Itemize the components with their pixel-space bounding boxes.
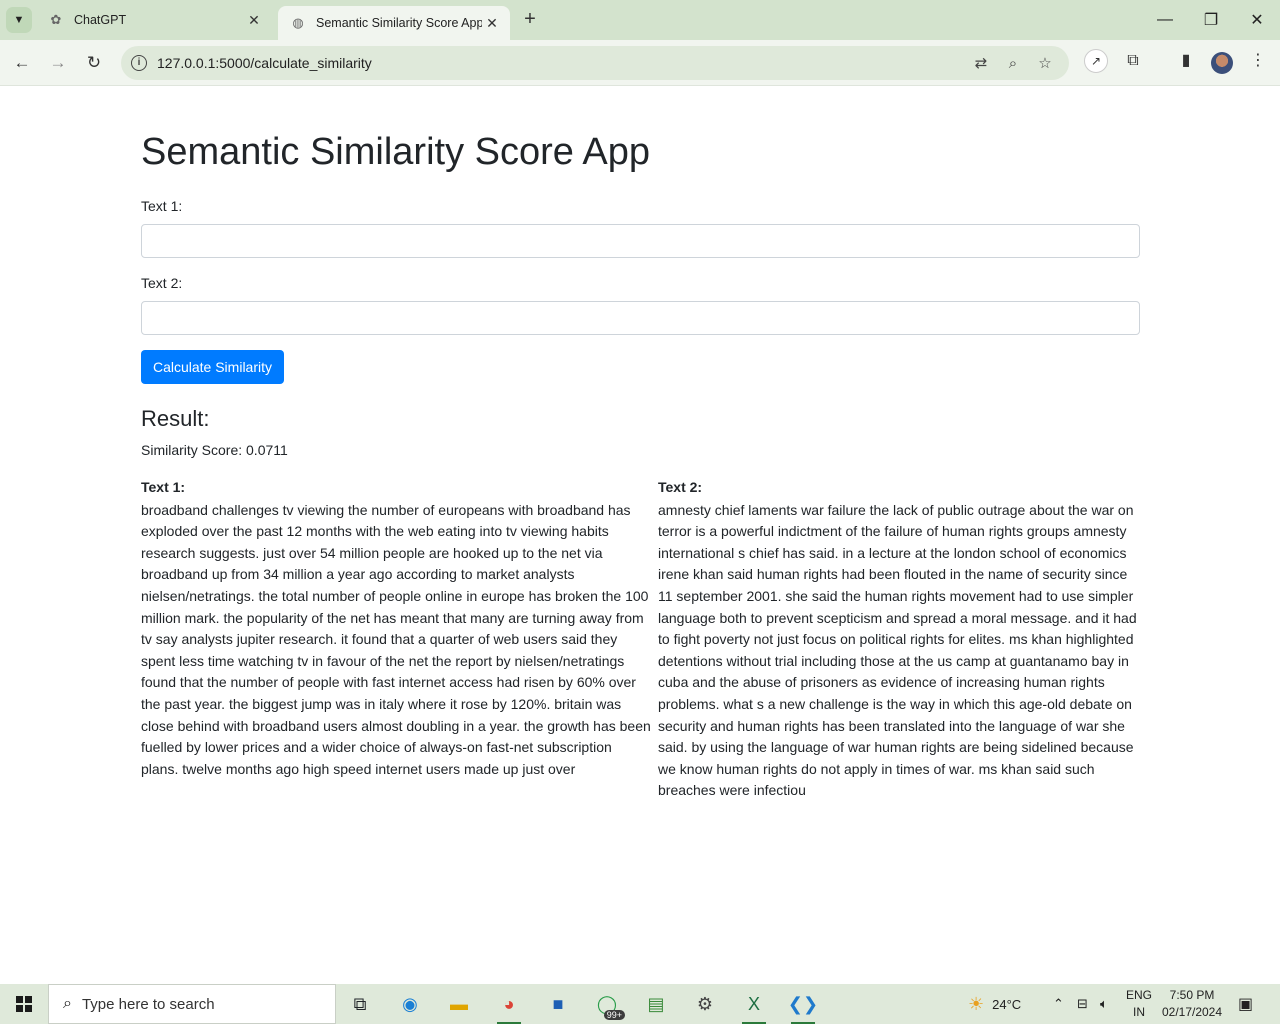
calculate-similarity-button[interactable]: Calculate Similarity (141, 350, 284, 384)
openai-icon: ✿ (50, 12, 62, 27)
text1-result-body: broadband challenges tv viewing the numb… (141, 501, 651, 777)
side-panel-icon[interactable]: ▮ (1174, 49, 1198, 73)
translate-icon[interactable]: ⇄ (971, 54, 991, 74)
text1-result-title: Text 1: (141, 479, 186, 495)
text1-result-column: Text 1: broadband challenges tv viewing … (141, 477, 653, 780)
show-hidden-icons-icon[interactable]: ⌃ (1053, 984, 1064, 1024)
restore-icon[interactable]: ❐ (1188, 0, 1234, 40)
vscode-icon[interactable]: ❮❯ (783, 988, 823, 1024)
page-title: Semantic Similarity Score App (141, 131, 650, 173)
minimize-icon[interactable]: — (1142, 0, 1188, 40)
task-view-icon[interactable]: ⧉ (340, 988, 380, 1020)
tab-chatgpt[interactable]: ✿ ChatGPT ✕ (36, 0, 272, 40)
text1-input[interactable] (141, 224, 1140, 258)
reload-icon[interactable]: ↻ (79, 48, 109, 78)
start-button[interactable] (0, 984, 48, 1024)
network-icon[interactable]: ⊟ (1077, 984, 1088, 1024)
similarity-score: Similarity Score: 0.0711 (141, 442, 288, 458)
profile-avatar[interactable] (1211, 52, 1233, 74)
taskbar: ⌕ Type here to search ⧉ ◉ ▬ ◕ ■ ◯ 99+ ▤ ⚙… (0, 984, 1280, 1024)
globe-icon: ◍ (292, 15, 304, 30)
chevron-down-icon: ▼ (13, 14, 25, 26)
site-info-icon[interactable]: i (131, 55, 147, 71)
excel-icon[interactable]: X (734, 988, 774, 1024)
browser-toolbar: ← → ↻ i 127.0.0.1:5000/calculate_similar… (0, 40, 1280, 86)
text2-result-column: Text 2: amnesty chief laments war failur… (658, 477, 1142, 802)
clock-date: 02/17/2024 (1161, 1005, 1223, 1019)
chrome-icon[interactable]: ◕ (489, 988, 529, 1024)
text2-result-title: Text 2: (658, 479, 703, 495)
page-content: Semantic Similarity Score App Text 1: Te… (0, 87, 1280, 984)
url-text[interactable]: 127.0.0.1:5000/calculate_similarity (157, 55, 372, 71)
back-icon[interactable]: ← (7, 48, 37, 78)
tab-title: ChatGPT (74, 13, 127, 27)
close-tab-icon[interactable]: ✕ (482, 15, 502, 32)
taskbar-search[interactable]: ⌕ Type here to search (48, 984, 336, 1024)
search-placeholder: Type here to search (81, 995, 215, 1013)
clock[interactable]: 7:50 PM 02/17/2024 (1160, 987, 1224, 1021)
text2-input[interactable] (141, 301, 1140, 335)
weather-temperature: 24°C (992, 996, 1022, 1012)
chart-app-icon[interactable]: ▤ (636, 988, 676, 1020)
weather-widget[interactable]: ☀ 24°C (968, 984, 1021, 1024)
extension-activity-icon[interactable]: ↗ (1084, 49, 1108, 73)
forward-icon[interactable]: → (43, 48, 73, 78)
zoom-icon[interactable]: ⌕ (1003, 54, 1023, 74)
weather-sun-icon: ☀ (968, 993, 985, 1014)
file-explorer-icon[interactable]: ▬ (439, 988, 479, 1020)
whatsapp-badge: 99+ (603, 1010, 625, 1020)
windows-logo-icon (16, 996, 32, 1012)
edge-icon[interactable]: ◉ (390, 988, 430, 1020)
tab-strip: ▼ ✿ ChatGPT ✕ ◍ Semantic Similarity Scor… (0, 0, 1280, 40)
new-tab-button[interactable]: + (518, 8, 542, 32)
text2-result-body: amnesty chief laments war failure the la… (658, 501, 1137, 799)
close-window-icon[interactable]: ✕ (1234, 0, 1280, 40)
bookmark-star-icon[interactable]: ☆ (1035, 54, 1055, 74)
more-menu-icon[interactable]: ⋮ (1246, 49, 1270, 73)
store-icon[interactable]: ■ (538, 988, 578, 1020)
volume-icon[interactable]: 🔈︎ (1100, 984, 1108, 1024)
settings-gear-icon[interactable]: ⚙ (685, 988, 725, 1020)
text2-label: Text 2: (141, 275, 183, 291)
search-icon: ⌕ (63, 995, 72, 1012)
language-indicator[interactable]: ENG IN (1124, 987, 1154, 1021)
tab-search-button[interactable]: ▼ (6, 7, 32, 33)
tab-semantic-similarity[interactable]: ◍ Semantic Similarity Score App ✕ (278, 6, 510, 40)
address-bar[interactable]: i 127.0.0.1:5000/calculate_similarity ⇄ … (121, 46, 1069, 80)
close-tab-icon[interactable]: ✕ (244, 12, 264, 29)
result-heading: Result: (141, 406, 210, 431)
clock-time: 7:50 PM (1169, 988, 1215, 1002)
language-code: ENG (1125, 988, 1152, 1002)
whatsapp-icon[interactable]: ◯ 99+ (587, 988, 627, 1020)
text1-label: Text 1: (141, 198, 183, 214)
extensions-puzzle-icon[interactable]: ⧉ (1121, 49, 1145, 73)
tab-title: Semantic Similarity Score App (316, 16, 482, 30)
notifications-icon[interactable]: ▣ (1238, 984, 1253, 1024)
region-code: IN (1133, 1005, 1145, 1019)
